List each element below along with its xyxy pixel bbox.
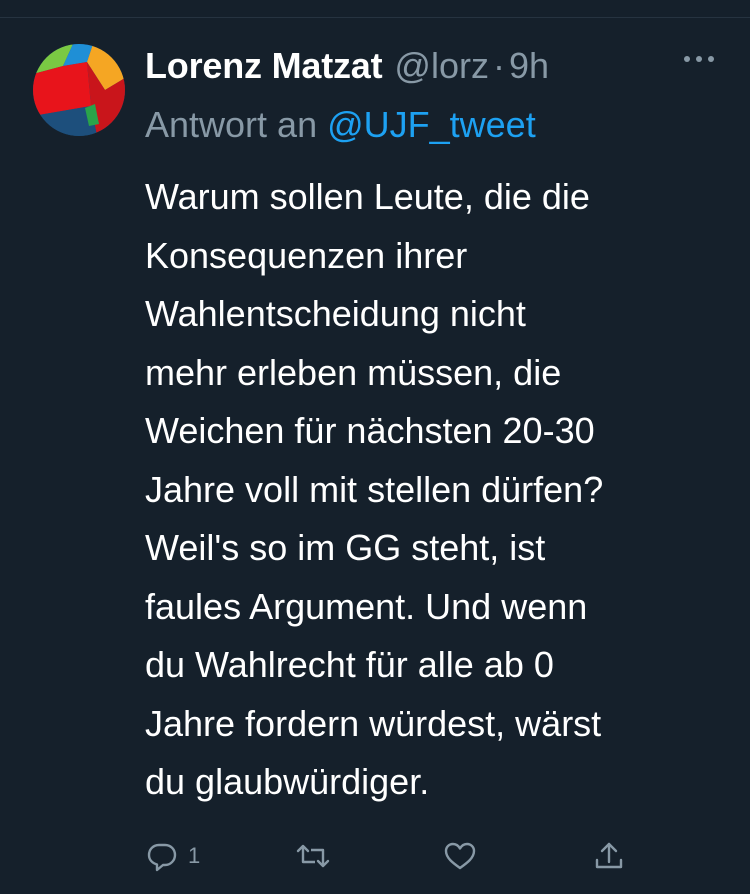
avatar-image — [33, 44, 125, 136]
reply-prefix: Antwort an — [145, 104, 318, 145]
author-handle[interactable]: @lorz — [394, 45, 489, 87]
more-options-button[interactable] — [679, 44, 719, 74]
tweet-line: Konsequenzen ihrer — [145, 234, 468, 276]
tweet-line: faules Argument. Und wenn — [145, 585, 588, 627]
reply-context: Antwort an @UJF_tweet — [145, 97, 536, 153]
retweet-button[interactable] — [296, 836, 330, 876]
tweet-header: Lorenz Matzat @lorz · 9h — [145, 38, 549, 94]
tweet-line: mehr erleben müssen, die — [145, 351, 562, 393]
more-icon — [684, 56, 714, 62]
tweet-line: Wahlentscheidung nicht — [145, 293, 526, 334]
tweet-line: du Wahlrecht für alle ab 0 — [145, 644, 554, 685]
tweet-line: Weichen für nächsten 20-30 — [145, 410, 595, 451]
reply-count: 1 — [188, 843, 201, 868]
reply-button[interactable]: 1 — [146, 836, 200, 876]
like-button[interactable] — [443, 836, 477, 876]
tweet-line: Jahre voll mit stellen dürfen? — [145, 468, 604, 510]
action-bar: 1 — [0, 828, 750, 884]
reply-icon — [147, 843, 177, 872]
tweet-text: Warum sollen Leute, die die Konsequenzen… — [145, 168, 725, 812]
retweet-icon — [296, 844, 330, 868]
tweet-line: Weil's so im GG steht, ist — [145, 527, 546, 568]
tweet-line: Warum sollen Leute, die die — [145, 176, 590, 217]
share-button[interactable] — [593, 836, 625, 876]
tweet-line: du glaubwürdiger. — [145, 761, 430, 802]
share-icon — [595, 842, 623, 869]
avatar[interactable] — [33, 44, 125, 136]
separator-dot: · — [492, 45, 505, 86]
reply-target-link[interactable]: @UJF_tweet — [327, 104, 536, 146]
timestamp[interactable]: 9h — [509, 45, 549, 87]
tweet-line: Jahre fordern würdest, wärst — [145, 702, 602, 744]
top-divider — [0, 17, 750, 18]
author-name[interactable]: Lorenz Matzat — [145, 45, 383, 87]
like-icon — [444, 842, 476, 870]
